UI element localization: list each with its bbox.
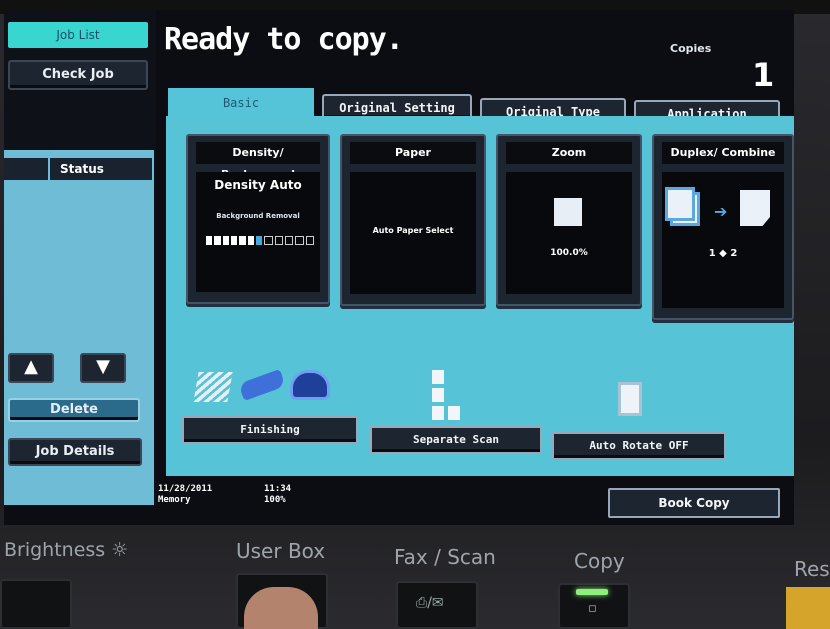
job-panel: Job List Check Job Status ▲ ▼ Delete Job… xyxy=(4,10,156,505)
scroll-up-button[interactable]: ▲ xyxy=(8,353,54,383)
density-card-title: Density/ Background xyxy=(196,142,320,181)
status-col-header: Status xyxy=(60,162,104,176)
paper-value: Auto Paper Select xyxy=(372,226,454,235)
job-list-header: Status xyxy=(4,158,152,180)
arrow-right-icon: ➔ xyxy=(714,202,728,221)
reset-key[interactable] xyxy=(786,587,830,629)
touch-screen: Job List Check Job Status ▲ ▼ Delete Job… xyxy=(4,10,794,525)
finger xyxy=(244,587,318,629)
density-level-segment xyxy=(284,236,294,245)
background-removal-label: Background Removal xyxy=(216,212,300,220)
finishing-button[interactable]: Finishing xyxy=(182,416,358,444)
memory-value: 100% xyxy=(264,495,286,505)
brightness-label: Brightness ☼ xyxy=(4,539,129,561)
density-level-segment xyxy=(264,236,273,245)
paper-card-title: Paper xyxy=(350,142,476,164)
tab-basic[interactable]: Basic xyxy=(168,88,314,118)
copy-label: Copy xyxy=(574,549,625,573)
sort-icon xyxy=(193,372,233,402)
auto-rotate-icon xyxy=(618,382,642,416)
fax-scan-key[interactable]: ⎙/✉ xyxy=(396,581,478,629)
separate-scan-button[interactable]: Separate Scan xyxy=(370,426,542,454)
hole-punch-icon xyxy=(290,370,330,400)
density-level-segment xyxy=(214,236,221,245)
date-display: 11/28/2011 xyxy=(158,484,213,494)
delete-button[interactable]: Delete xyxy=(8,398,140,422)
basic-settings-panel: Density/ Background Density Auto Backgro… xyxy=(166,116,794,476)
duplex-icon: ➔ xyxy=(665,187,780,232)
page-title: Ready to copy. xyxy=(164,22,404,57)
scroll-down-button[interactable]: ▼ xyxy=(80,353,126,383)
memory-label: Memory xyxy=(158,495,191,505)
user-box-label: User Box xyxy=(236,539,326,563)
main-panel: Ready to copy. Copies 1 Basic Original S… xyxy=(156,10,794,525)
copy-key[interactable]: ▫ xyxy=(558,583,630,629)
zoom-card-body: 100.0% xyxy=(506,172,632,294)
arrow-up-icon: ▲ xyxy=(24,356,38,377)
auto-rotate-button[interactable]: Auto Rotate OFF xyxy=(552,432,726,460)
density-level-segment xyxy=(305,236,314,245)
duplex-card[interactable]: Duplex/ Combine ➔ 1 ◆ 2 xyxy=(652,134,794,320)
job-list-col-header xyxy=(4,158,50,180)
density-value: Density Auto xyxy=(214,178,302,192)
copy-led-indicator xyxy=(576,589,608,595)
output-page-icon xyxy=(740,190,770,226)
arrow-down-icon: ▼ xyxy=(96,356,110,377)
book-copy-button[interactable]: Book Copy xyxy=(608,488,780,518)
brightness-key[interactable] xyxy=(0,579,72,629)
duplex-card-title: Duplex/ Combine xyxy=(662,142,784,164)
density-level-segment xyxy=(239,236,246,245)
reset-label: Res xyxy=(794,557,830,581)
finishing-icon xyxy=(193,366,346,406)
density-level-segment xyxy=(295,236,304,245)
fax-scan-label: Fax / Scan xyxy=(394,545,496,569)
stapler-icon xyxy=(238,369,286,401)
density-card-body: Density Auto Background Removal xyxy=(196,172,320,292)
zoom-value: 100.0% xyxy=(550,248,588,258)
zoom-card[interactable]: Zoom 100.0% xyxy=(496,134,642,306)
paper-card-body: Auto Paper Select xyxy=(350,172,476,294)
density-level-segment xyxy=(230,236,238,245)
copy-icon: ▫ xyxy=(588,601,597,616)
duplex-card-body: ➔ 1 ◆ 2 xyxy=(662,172,784,308)
check-job-button[interactable]: Check Job xyxy=(8,60,148,90)
fax-scan-icon: ⎙/✉ xyxy=(416,595,444,611)
zoom-card-title: Zoom xyxy=(506,142,632,164)
copies-label: Copies xyxy=(670,42,712,55)
density-card[interactable]: Density/ Background Density Auto Backgro… xyxy=(186,134,330,304)
density-level-segment xyxy=(255,236,263,245)
separate-scan-icon xyxy=(428,370,468,420)
density-meter xyxy=(206,236,314,245)
job-details-button[interactable]: Job Details xyxy=(8,438,142,466)
page-icon xyxy=(554,198,582,226)
density-level-segment xyxy=(206,236,213,245)
status-bar: 11/28/2011 Memory 11:34 100% Book Copy xyxy=(156,476,794,525)
copies-count[interactable]: 1 xyxy=(752,56,774,94)
hardware-key-row: Brightness ☼ User Box Fax / Scan ⎙/✉ Cop… xyxy=(0,525,830,629)
density-level-segment xyxy=(274,236,283,245)
density-level-segment xyxy=(222,236,229,245)
time-display: 11:34 xyxy=(264,484,292,494)
paper-card[interactable]: Paper Auto Paper Select xyxy=(340,134,486,306)
density-level-segment xyxy=(247,236,254,245)
duplex-value: 1 ◆ 2 xyxy=(708,248,738,259)
job-list-button[interactable]: Job List xyxy=(8,22,148,48)
